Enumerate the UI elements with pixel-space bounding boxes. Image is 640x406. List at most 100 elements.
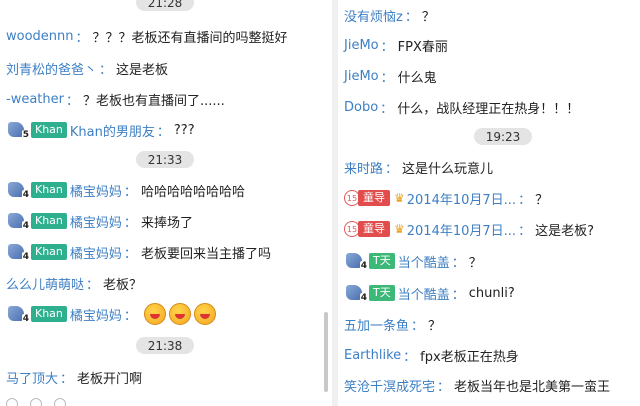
timestamp-text: 21:28 bbox=[147, 0, 183, 10]
separator: ： bbox=[411, 318, 425, 334]
message-text: 老板当年也是北美第一蛮王 bbox=[454, 379, 611, 395]
fan-badge[interactable]: 4 Khan bbox=[6, 242, 67, 262]
chat-message: 来时路：这是什么玩意儿 bbox=[344, 155, 493, 179]
message-text: ？ bbox=[535, 192, 549, 208]
fan-tag: 童导 bbox=[358, 190, 390, 206]
crown-icon: ♛ bbox=[394, 222, 405, 236]
fan-badge[interactable]: 15 童导 bbox=[344, 221, 390, 237]
timestamp-text: 21:33 bbox=[147, 152, 183, 167]
chat-message: 4 T天 当个酷盖： chunli? bbox=[344, 281, 515, 305]
separator: ： bbox=[380, 70, 394, 86]
username[interactable]: 马了顶大 bbox=[6, 368, 58, 387]
message-text: ？？？老板还有直播间的吗整挺好 bbox=[92, 30, 288, 46]
chat-message: 4 Khan 橘宝妈妈：老板要回来当主播了吗 bbox=[6, 240, 271, 264]
fan-tag: Khan bbox=[31, 122, 67, 138]
fan-tag: Khan bbox=[31, 306, 67, 322]
username[interactable]: 2014年10月7日... bbox=[407, 220, 516, 239]
level-icon: 4 bbox=[344, 283, 368, 303]
chat-message: 5 Khan Khan的男朋友：??? bbox=[6, 118, 195, 142]
fan-badge[interactable]: 5 Khan bbox=[6, 120, 67, 140]
timestamp-pill: 19:23 bbox=[474, 128, 532, 145]
separator: ： bbox=[403, 349, 417, 365]
separator: ： bbox=[99, 62, 113, 78]
chat-message: JieMo：什么鬼 bbox=[344, 64, 437, 88]
username[interactable]: 当个酷盖 bbox=[398, 252, 450, 271]
chat-message: 4 Khan 橘宝妈妈：来捧场了 bbox=[6, 209, 193, 233]
message-text: chunli? bbox=[468, 285, 515, 301]
timestamp-text: 21:38 bbox=[147, 338, 183, 353]
fan-badge[interactable]: 4 T天 bbox=[344, 283, 395, 303]
username[interactable]: JieMo bbox=[344, 69, 379, 84]
separator: ： bbox=[437, 379, 451, 395]
username[interactable]: Earthlike bbox=[344, 348, 401, 363]
level-icon: 4 bbox=[6, 242, 30, 262]
separator: ： bbox=[75, 30, 89, 46]
fan-badge[interactable]: 4 Khan bbox=[6, 180, 67, 200]
username[interactable]: 橘宝妈妈 bbox=[70, 305, 122, 324]
username[interactable]: 橘宝妈妈 bbox=[70, 243, 122, 262]
message-text: 这是什么玩意儿 bbox=[402, 161, 494, 177]
separator: ： bbox=[123, 308, 137, 324]
message-text: ？老板也有直播间了...... bbox=[82, 93, 225, 109]
timestamp-pill: 21:38 bbox=[136, 337, 194, 354]
username[interactable]: 橘宝妈妈 bbox=[70, 181, 122, 200]
separator: ： bbox=[123, 246, 137, 262]
separator: ： bbox=[123, 184, 137, 200]
doge-emoji-icon bbox=[193, 303, 216, 325]
message-text: fpx老板正在热身 bbox=[420, 349, 519, 365]
username[interactable]: 橘宝妈妈 bbox=[70, 212, 122, 231]
message-text: 老板？ bbox=[103, 277, 143, 293]
chat-panel-right[interactable]: 没有烦恼z：？ JieMo： FPX春丽 JieMo：什么鬼 Dobo：什么，战队… bbox=[338, 0, 640, 406]
message-text: 哈哈哈哈哈哈哈哈 bbox=[140, 184, 245, 200]
fan-tag: Khan bbox=[31, 182, 67, 198]
separator: ： bbox=[60, 371, 74, 387]
username[interactable]: woodennn bbox=[6, 29, 74, 44]
message-text: FPX春丽 bbox=[397, 39, 448, 55]
username[interactable]: Dobo bbox=[344, 100, 378, 115]
chat-panel-left[interactable]: 21:28 woodennn：？？？老板还有直播间的吗整挺好 刘青松的爸爸丶：这… bbox=[0, 0, 332, 406]
separator: ： bbox=[451, 255, 465, 271]
chat-message: 没有烦恼z：？ bbox=[344, 3, 435, 27]
message-text: ？ bbox=[428, 318, 442, 334]
username[interactable]: -weather bbox=[6, 92, 64, 107]
chat-message: Dobo：什么，战队经理正在热身！！！ bbox=[344, 95, 579, 119]
chat-message: -weather：？老板也有直播间了...... bbox=[6, 87, 225, 111]
username[interactable]: 五加一条鱼 bbox=[344, 315, 409, 334]
message-text: 来捧场了 bbox=[140, 215, 193, 231]
message-text: 什么鬼 bbox=[397, 70, 437, 86]
chat-message: 么么儿萌萌哒：老板？ bbox=[6, 271, 142, 295]
username[interactable]: 刘青松的爸爸丶 bbox=[6, 59, 97, 78]
fan-badge[interactable]: 4 Khan bbox=[6, 211, 67, 231]
scrollbar-thumb[interactable] bbox=[324, 312, 328, 392]
level-icon: 4 bbox=[344, 251, 368, 271]
doge-emoji-icon bbox=[143, 303, 166, 325]
timestamp-pill: 21:33 bbox=[136, 151, 194, 168]
username[interactable]: 当个酷盖 bbox=[398, 284, 450, 303]
message-text: ？ bbox=[421, 9, 435, 25]
level-icon: 5 bbox=[6, 120, 30, 140]
username[interactable]: JieMo bbox=[344, 38, 379, 53]
username[interactable]: Khan的男朋友 bbox=[70, 121, 155, 140]
chat-message: Earthlike： fpx老板正在热身 bbox=[344, 343, 519, 367]
fan-tag: Khan bbox=[31, 244, 67, 260]
message-text: 这是老板 bbox=[116, 62, 169, 78]
fan-badge[interactable]: 4 Khan bbox=[6, 304, 67, 324]
more-button-icon[interactable] bbox=[54, 398, 66, 406]
username[interactable]: 笑沧千溟成死宅 bbox=[344, 376, 435, 395]
emoji-button-icon[interactable] bbox=[6, 398, 18, 406]
chat-message: 15 童导 ♛ 2014年10月7日...：？ bbox=[344, 186, 548, 210]
separator: ： bbox=[156, 124, 170, 140]
separator: ： bbox=[86, 277, 100, 293]
fan-badge[interactable]: 15 童导 bbox=[344, 190, 390, 206]
username[interactable]: 来时路 bbox=[344, 158, 383, 177]
timestamp-text: 19:23 bbox=[485, 129, 521, 144]
gift-button-icon[interactable] bbox=[30, 398, 42, 406]
separator: ： bbox=[385, 161, 399, 177]
fan-badge[interactable]: 4 T天 bbox=[344, 251, 395, 271]
username[interactable]: 2014年10月7日... bbox=[407, 189, 516, 208]
fan-tag: T天 bbox=[369, 253, 395, 269]
message-text: 这是老板? bbox=[535, 223, 594, 239]
chat-message: 马了顶大：老板开门啊 bbox=[6, 365, 142, 389]
username[interactable]: 没有烦恼z bbox=[344, 6, 403, 25]
username[interactable]: 么么儿萌萌哒 bbox=[6, 274, 84, 293]
